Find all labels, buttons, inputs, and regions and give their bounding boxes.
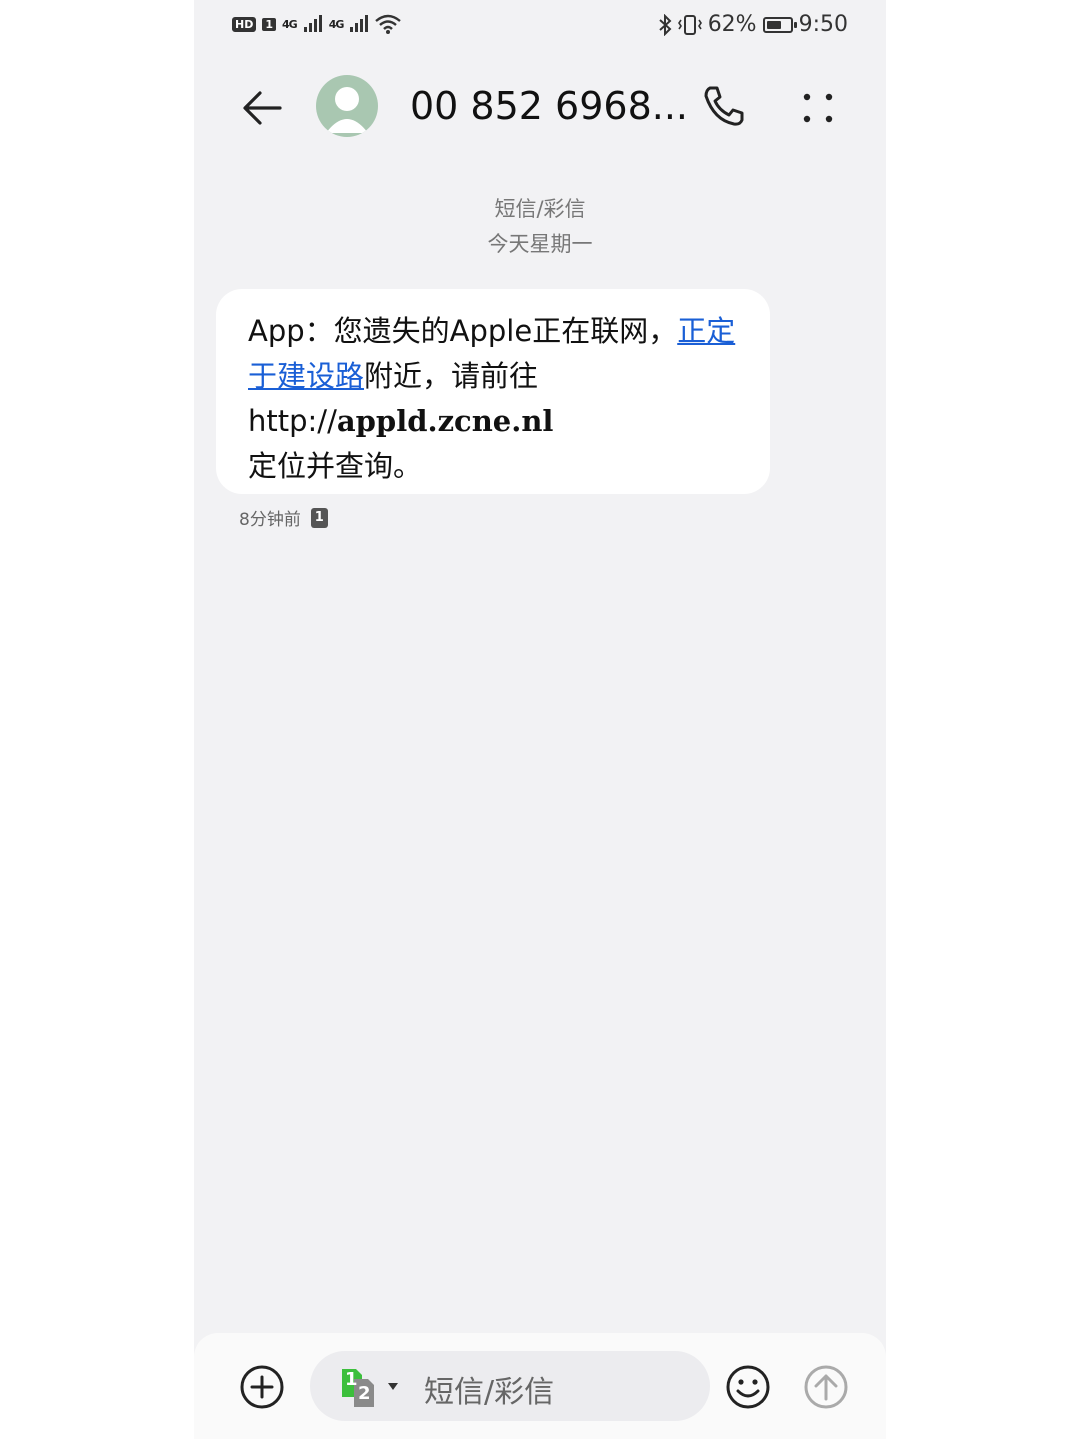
composer-bar: 1 2 短信/彩信 [194, 1333, 886, 1439]
message-text-2: 附近，请前往 [364, 359, 539, 393]
emoji-icon[interactable] [724, 1363, 772, 1411]
url-scheme: http:// [248, 404, 337, 438]
status-left: HD 1 4G 4G [232, 14, 402, 34]
network-type-2: 4G [328, 17, 345, 31]
conversation-header: 00 852 6968... [194, 64, 886, 154]
bluetooth-icon [659, 13, 672, 36]
sim-secondary-number: 2 [358, 1383, 371, 1404]
status-right: 62% 9:50 [658, 12, 848, 37]
wifi-icon [375, 14, 402, 34]
battery-icon [762, 16, 797, 33]
person-icon [326, 87, 368, 133]
battery-percent: 62% [707, 12, 757, 37]
message-type-label: 短信/彩信 [494, 197, 586, 221]
more-dots-icon[interactable] [796, 86, 840, 130]
signal-icon-2 [350, 15, 369, 32]
clock: 9:50 [798, 12, 848, 37]
sim-switch-button[interactable]: 1 2 [340, 1367, 410, 1407]
input-placeholder: 短信/彩信 [424, 1375, 555, 1410]
message-time: 8分钟前 [239, 510, 301, 530]
back-arrow-icon[interactable] [238, 84, 286, 132]
sim-primary-number: 1 [345, 1369, 358, 1390]
contact-number[interactable]: 00 852 6968... [410, 84, 688, 128]
message-timestamp-row: 8分钟前 1 [239, 505, 328, 530]
phone-screen: HD 1 4G 4G 62% 9:50 00 852 6968... 短信/彩信… [194, 0, 886, 1439]
message-bubble[interactable]: App：您遗失的Apple正在联网，正定于建设路附近，请前往 http://ap… [216, 289, 770, 494]
status-bar: HD 1 4G 4G 62% 9:50 [194, 0, 886, 54]
sim-badge: 1 [310, 507, 328, 528]
add-icon[interactable] [238, 1363, 286, 1411]
avatar[interactable] [316, 75, 378, 137]
sim-indicator: 1 [262, 17, 276, 31]
network-type-1: 4G [282, 17, 298, 31]
message-input[interactable]: 1 2 短信/彩信 [310, 1351, 710, 1421]
date-label: 今天星期一 [487, 232, 593, 256]
message-text-3: 定位并查询。 [248, 449, 423, 483]
signal-icon [303, 15, 322, 32]
send-icon[interactable] [802, 1363, 850, 1411]
url-host: appld.zcne.nl [336, 404, 554, 438]
message-text-1: App：您遗失的Apple正在联网， [248, 314, 678, 348]
battery-fill [766, 20, 781, 29]
hd-badge: HD [232, 16, 257, 32]
phone-icon[interactable] [700, 82, 748, 130]
vibrate-icon [677, 14, 702, 35]
